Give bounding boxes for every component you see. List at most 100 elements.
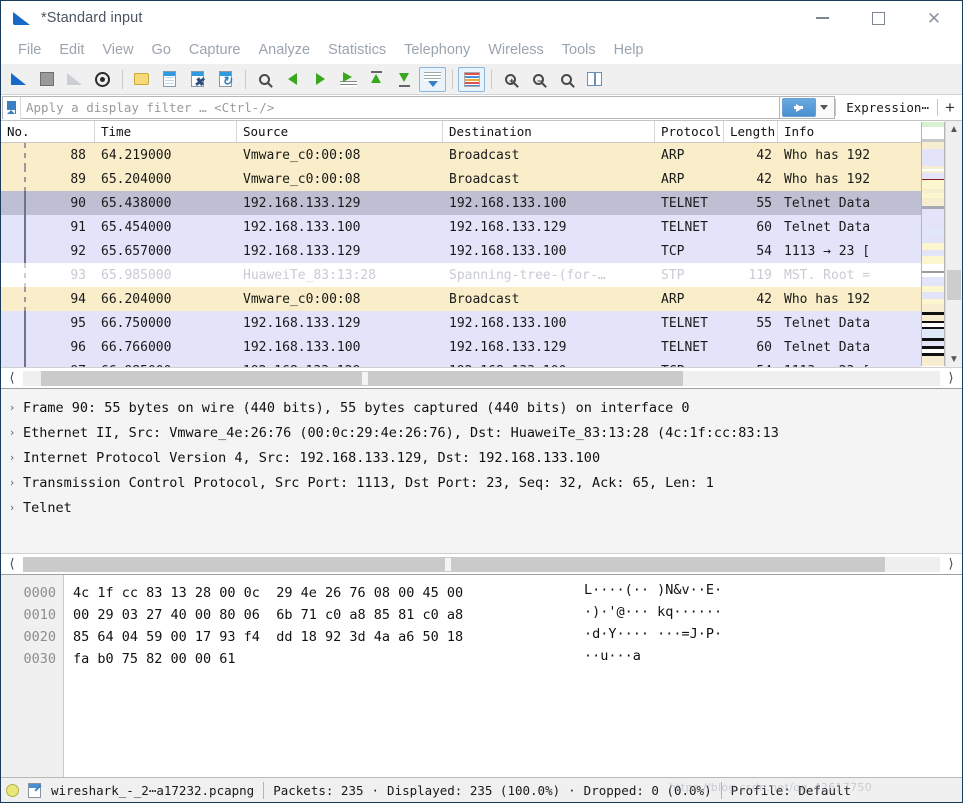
table-row[interactable]: 91 65.454000 192.168.133.100 192.168.133.12… xyxy=(1,215,921,239)
menu-item-view[interactable]: View xyxy=(93,40,142,60)
cell-info: Who has 192 xyxy=(784,291,871,307)
hscroll-grip[interactable] xyxy=(445,557,452,571)
hscroll-track[interactable] xyxy=(23,556,940,572)
menu-item-go[interactable]: Go xyxy=(143,40,180,60)
profile-label[interactable]: Profile: Default xyxy=(731,783,851,798)
packet-list-vscrollbar[interactable]: ▲ ▼ xyxy=(945,121,962,367)
expert-info-icon[interactable] xyxy=(1,783,23,797)
vscroll-thumb[interactable] xyxy=(947,269,961,300)
stop-capture-icon[interactable] xyxy=(33,67,60,92)
table-row[interactable]: 93 65.985000 HuaweiTe_83:13:28 Spanning-tre… xyxy=(1,263,921,287)
go-back-icon[interactable] xyxy=(279,67,306,92)
table-row[interactable]: 95 66.750000 192.168.133.129 192.168.133.10… xyxy=(1,311,921,335)
scroll-right-icon[interactable]: ⟩ xyxy=(940,371,962,386)
table-row[interactable]: 9766.985000192.168.133.129192.168.133.10… xyxy=(1,359,921,367)
column-header-no[interactable]: No. xyxy=(1,121,95,142)
scroll-left-icon[interactable]: ⟨ xyxy=(1,371,23,386)
detail-tree-item[interactable]: › Transmission Control Protocol, Src Port… xyxy=(1,470,962,495)
zoom-in-icon[interactable]: + xyxy=(497,67,524,92)
hscroll-grip[interactable] xyxy=(362,371,369,385)
packet-details-hscrollbar[interactable]: ⟨ ⟩ xyxy=(1,553,962,574)
auto-scroll-icon[interactable] xyxy=(419,66,446,92)
cell-destination: 192.168.133.129 xyxy=(449,339,567,355)
menu-item-file[interactable]: File xyxy=(9,40,50,60)
chevron-down-icon[interactable] xyxy=(820,105,829,110)
column-header-source[interactable]: Source xyxy=(237,121,443,142)
table-row[interactable]: 92 65.657000 192.168.133.129 192.168.133.10… xyxy=(1,239,921,263)
hscroll-thumb[interactable] xyxy=(41,370,684,386)
scroll-down-icon[interactable]: ▼ xyxy=(949,351,959,367)
cell-protocol: ARP xyxy=(661,291,685,307)
colorize-icon[interactable] xyxy=(458,66,485,92)
reload-file-icon[interactable]: ↻ xyxy=(212,67,239,92)
menu-item-wireless[interactable]: Wireless xyxy=(479,40,553,60)
zoom-reset-icon[interactable] xyxy=(553,67,580,92)
display-filter-input[interactable]: Apply a display filter … <Ctrl-/> xyxy=(2,96,781,119)
cell-destination: 192.168.133.100 xyxy=(449,243,567,259)
find-packet-icon[interactable] xyxy=(251,67,278,92)
close-button[interactable]: ✕ xyxy=(906,1,962,35)
resize-columns-icon[interactable] xyxy=(581,67,608,92)
hscroll-track[interactable] xyxy=(23,370,940,386)
menu-item-tools[interactable]: Tools xyxy=(553,40,605,60)
column-header-info[interactable]: Info xyxy=(778,121,921,142)
column-header-time[interactable]: Time xyxy=(95,121,237,142)
menu-item-edit[interactable]: Edit xyxy=(50,40,93,60)
chevron-right-icon[interactable]: › xyxy=(1,401,23,414)
menu-item-statistics[interactable]: Statistics xyxy=(319,40,395,60)
hex-row[interactable]: 4c 1f cc 83 13 28 00 0c 29 4e 26 76 08 0… xyxy=(64,582,962,604)
column-header-protocol[interactable]: Protocol xyxy=(655,121,724,142)
scroll-left-icon[interactable]: ⟨ xyxy=(1,557,23,572)
cell-length: 60 xyxy=(756,339,772,355)
zoom-out-icon[interactable]: − xyxy=(525,67,552,92)
go-to-packet-icon[interactable] xyxy=(335,67,362,92)
table-row[interactable]: 90 65.438000 192.168.133.129 192.168.133.10… xyxy=(1,191,921,215)
table-row[interactable]: 89 65.204000 Vmware_c0:00:08 Broadcast ARP 42… xyxy=(1,167,921,191)
menu-item-capture[interactable]: Capture xyxy=(180,40,250,60)
restart-capture-icon[interactable] xyxy=(61,67,88,92)
hex-bytes-area[interactable]: 4c 1f cc 83 13 28 00 0c 29 4e 26 76 08 0… xyxy=(64,575,962,777)
minimize-button[interactable] xyxy=(794,1,850,35)
table-row[interactable]: 94 66.204000 Vmware_c0:00:08 Broadcast ARP 42… xyxy=(1,287,921,311)
open-file-icon[interactable] xyxy=(128,67,155,92)
menu-item-telephony[interactable]: Telephony xyxy=(395,40,479,60)
packet-list-hscrollbar[interactable]: ⟨ ⟩ xyxy=(1,367,962,388)
apply-filter-button[interactable] xyxy=(782,98,817,117)
table-row[interactable]: 88 64.219000 Vmware_c0:00:08 Broadcast ARP 42… xyxy=(1,143,921,167)
detail-tree-item[interactable]: › Internet Protocol Version 4, Src: 192.1… xyxy=(1,445,962,470)
hex-row[interactable]: 85 64 04 59 00 17 93 f4 dd 18 92 3d 4a a… xyxy=(64,626,962,648)
chevron-right-icon[interactable]: › xyxy=(1,451,23,464)
filter-bookmark-icon[interactable] xyxy=(3,96,21,119)
chevron-right-icon[interactable]: › xyxy=(1,476,23,489)
table-row[interactable]: 96 66.766000 192.168.133.100 192.168.133.12… xyxy=(1,335,921,359)
detail-tree-item[interactable]: › Ethernet II, Src: Vmware_4e:26:76 (00:0… xyxy=(1,420,962,445)
menu-item-analyze[interactable]: Analyze xyxy=(249,40,319,60)
add-filter-button[interactable]: + xyxy=(938,95,962,120)
start-capture-icon[interactable] xyxy=(5,67,32,92)
chevron-right-icon[interactable]: › xyxy=(1,501,23,514)
hscroll-thumb[interactable] xyxy=(23,556,885,572)
vscroll-track[interactable] xyxy=(946,137,962,351)
wireshark-fin-icon xyxy=(12,8,32,28)
column-header-length[interactable]: Length xyxy=(724,121,778,142)
menu-item-help[interactable]: Help xyxy=(605,40,653,60)
cell-destination: Broadcast xyxy=(449,147,520,163)
chevron-right-icon[interactable]: › xyxy=(1,426,23,439)
toolbar-separator xyxy=(122,69,123,89)
hex-row[interactable]: 00 29 03 27 40 00 80 06 6b 71 c0 a8 85 8… xyxy=(64,604,962,626)
detail-tree-item[interactable]: › Telnet xyxy=(1,495,962,520)
save-file-icon[interactable] xyxy=(156,67,183,92)
hex-row[interactable]: fa b0 75 82 00 00 61 xyxy=(64,648,962,670)
capture-comment-icon[interactable] xyxy=(23,782,45,798)
scroll-right-icon[interactable]: ⟩ xyxy=(940,557,962,572)
go-forward-icon[interactable] xyxy=(307,67,334,92)
scroll-up-icon[interactable]: ▲ xyxy=(949,121,959,137)
close-file-icon[interactable]: ✖ xyxy=(184,67,211,92)
capture-options-icon[interactable] xyxy=(89,67,116,92)
maximize-button[interactable] xyxy=(850,1,906,35)
filter-expression-button[interactable]: Expression⋯ xyxy=(836,95,937,120)
go-to-first-icon[interactable] xyxy=(363,67,390,92)
go-to-last-icon[interactable] xyxy=(391,67,418,92)
detail-tree-item[interactable]: › Frame 90: 55 bytes on wire (440 bits), … xyxy=(1,395,962,420)
column-header-destination[interactable]: Destination xyxy=(443,121,655,142)
